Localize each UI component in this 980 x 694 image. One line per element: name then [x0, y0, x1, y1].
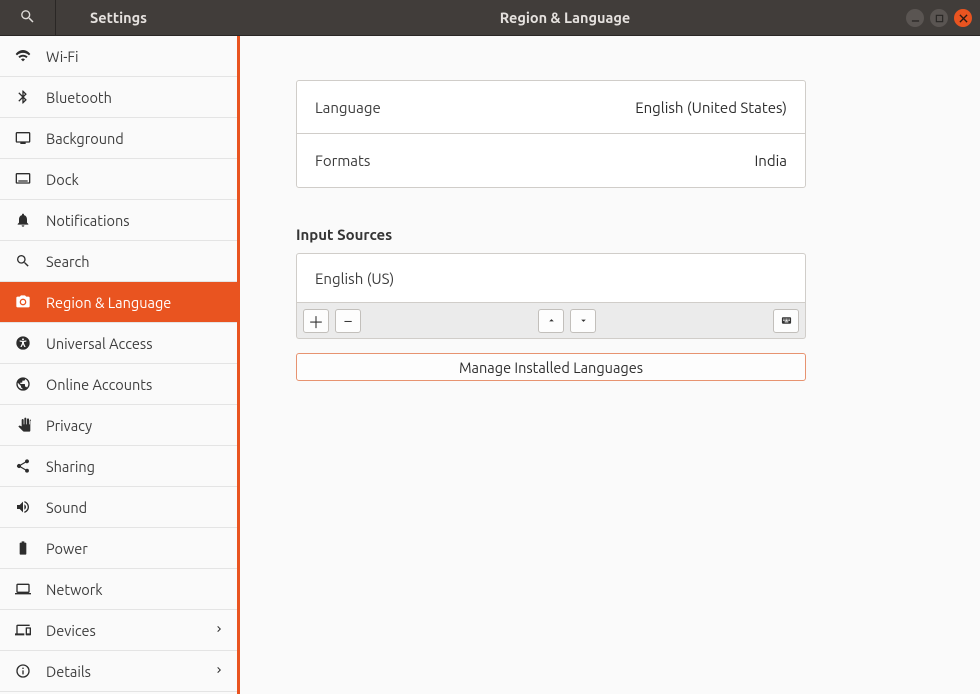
sidebar-item-privacy[interactable]: Privacy	[0, 405, 237, 446]
sidebar-item-sharing[interactable]: Sharing	[0, 446, 237, 487]
manage-languages-label: Manage Installed Languages	[459, 359, 643, 376]
plus-icon: ＋	[308, 309, 324, 333]
move-down-button[interactable]	[570, 309, 596, 333]
sidebar-item-label: Sound	[46, 499, 87, 516]
app-body: Wi-Fi Bluetooth Background Dock Notifica…	[0, 36, 980, 694]
wifi-icon	[14, 47, 32, 65]
page-title: Region & Language	[240, 9, 890, 26]
sidebar-item-label: Sharing	[46, 458, 95, 475]
accessibility-icon	[14, 334, 32, 352]
sidebar-item-sound[interactable]: Sound	[0, 487, 237, 528]
share-icon	[14, 457, 32, 475]
sidebar-item-label: Region & Language	[46, 294, 171, 311]
sidebar-item-label: Universal Access	[46, 335, 153, 352]
sidebar-item-network[interactable]: Network	[0, 569, 237, 610]
add-input-button[interactable]: ＋	[303, 309, 329, 333]
info-icon	[14, 662, 32, 680]
language-label: Language	[315, 99, 381, 116]
language-value: English (United States)	[635, 99, 787, 116]
background-icon	[14, 129, 32, 147]
search-icon	[14, 252, 32, 270]
minus-icon: −	[343, 312, 352, 330]
sidebar-item-region-language[interactable]: Region & Language	[0, 282, 237, 323]
formats-label: Formats	[315, 152, 370, 169]
sidebar-item-background[interactable]: Background	[0, 118, 237, 159]
input-sources-heading: Input Sources	[296, 226, 924, 243]
header-search-button[interactable]	[0, 0, 56, 35]
chevron-up-icon	[546, 312, 557, 330]
titlebar-left: Settings	[0, 0, 240, 35]
content: Language English (United States) Formats…	[240, 36, 980, 694]
maximize-button[interactable]	[930, 9, 948, 27]
dock-icon	[14, 170, 32, 188]
sidebar-item-label: Privacy	[46, 417, 92, 434]
move-up-button[interactable]	[538, 309, 564, 333]
sidebar-item-label: Dock	[46, 171, 79, 188]
bell-icon	[14, 211, 32, 229]
sidebar-item-label: Notifications	[46, 212, 130, 229]
language-formats-panel: Language English (United States) Formats…	[296, 80, 806, 188]
input-source-name: English (US)	[315, 270, 394, 287]
sidebar-item-label: Bluetooth	[46, 89, 112, 106]
sidebar-item-label: Background	[46, 130, 124, 147]
sidebar-item-devices[interactable]: Devices	[0, 610, 237, 651]
titlebar: Settings Region & Language	[0, 0, 980, 36]
sidebar-item-notifications[interactable]: Notifications	[0, 200, 237, 241]
devices-icon	[14, 621, 32, 639]
battery-icon	[14, 539, 32, 557]
input-source-item[interactable]: English (US)	[297, 254, 805, 302]
maximize-icon	[935, 10, 944, 26]
sidebar-item-universal-access[interactable]: Universal Access	[0, 323, 237, 364]
sidebar-item-label: Search	[46, 253, 90, 270]
sidebar-item-bluetooth[interactable]: Bluetooth	[0, 77, 237, 118]
chevron-down-icon	[578, 312, 589, 330]
window-controls	[890, 9, 980, 27]
speaker-icon	[14, 498, 32, 516]
network-icon	[14, 580, 32, 598]
input-sources-toolbar: ＋ −	[296, 303, 806, 339]
sidebar-title: Settings	[56, 9, 147, 26]
language-row[interactable]: Language English (United States)	[297, 81, 805, 134]
close-icon	[959, 10, 968, 26]
formats-row[interactable]: Formats India	[297, 134, 805, 187]
sidebar-item-label: Wi-Fi	[46, 48, 79, 65]
keyboard-icon	[781, 312, 792, 330]
sidebar-item-dock[interactable]: Dock	[0, 159, 237, 200]
formats-value: India	[754, 152, 787, 169]
hand-icon	[14, 416, 32, 434]
sidebar-item-label: Online Accounts	[46, 376, 152, 393]
manage-languages-button[interactable]: Manage Installed Languages	[296, 353, 806, 381]
search-icon	[19, 8, 36, 28]
chevron-right-icon	[213, 622, 225, 638]
minimize-icon	[911, 10, 920, 26]
cloud-icon	[14, 375, 32, 393]
sidebar-item-label: Devices	[46, 622, 96, 639]
remove-input-button[interactable]: −	[335, 309, 361, 333]
input-sources-list: English (US)	[296, 253, 806, 303]
bluetooth-icon	[14, 88, 32, 106]
sidebar-item-label: Details	[46, 663, 91, 680]
chevron-right-icon	[213, 663, 225, 679]
sidebar-item-label: Network	[46, 581, 103, 598]
sidebar-item-power[interactable]: Power	[0, 528, 237, 569]
flag-icon	[14, 293, 32, 311]
sidebar-item-details[interactable]: Details	[0, 651, 237, 692]
close-button[interactable]	[954, 9, 972, 27]
sidebar-item-online-accounts[interactable]: Online Accounts	[0, 364, 237, 405]
sidebar-item-search[interactable]: Search	[0, 241, 237, 282]
sidebar-item-wifi[interactable]: Wi-Fi	[0, 36, 237, 77]
minimize-button[interactable]	[906, 9, 924, 27]
sidebar-item-label: Power	[46, 540, 88, 557]
keyboard-layout-button[interactable]	[773, 309, 799, 333]
sidebar: Wi-Fi Bluetooth Background Dock Notifica…	[0, 36, 240, 694]
